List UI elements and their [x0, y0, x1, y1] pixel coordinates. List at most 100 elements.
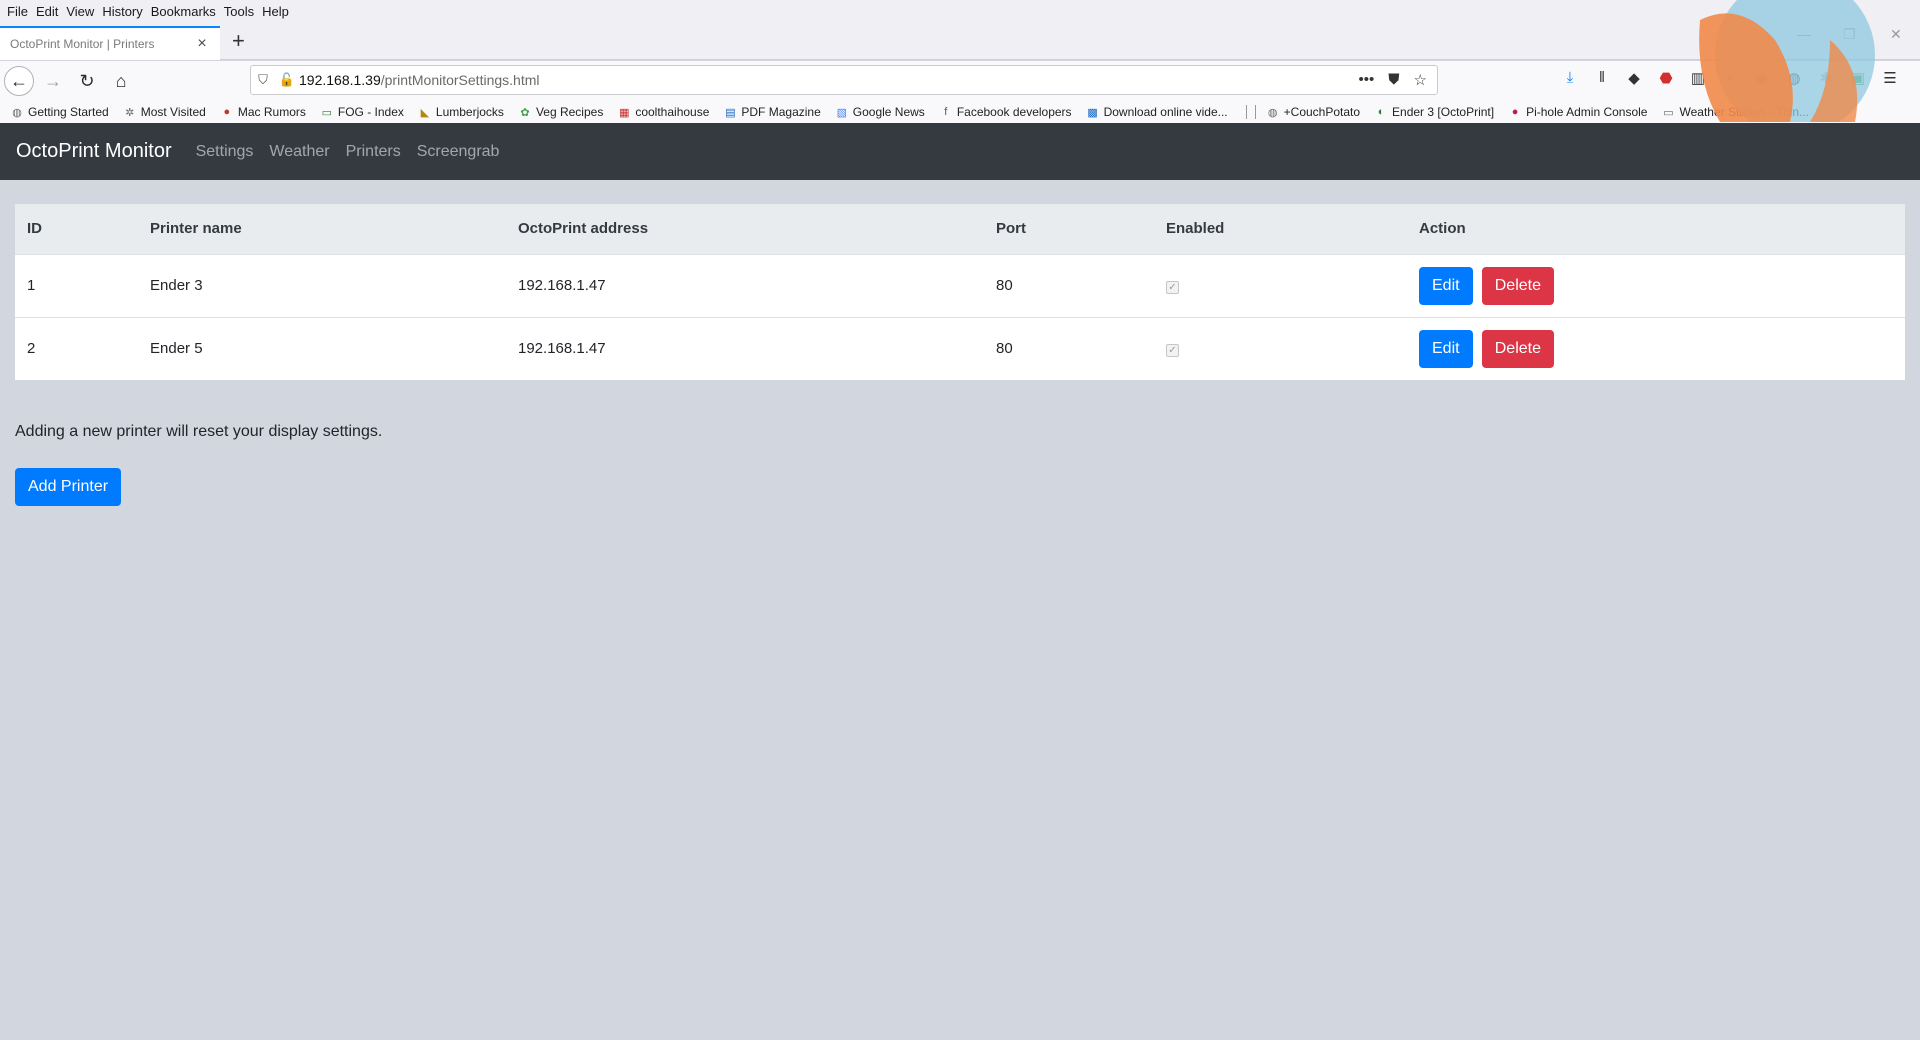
bookmark-item[interactable]: ✲ Most Visited	[123, 105, 206, 119]
url-bar[interactable]: ⛉ 🔓 192.168.1.39/printMonitorSettings.ht…	[250, 65, 1438, 95]
bookmark-item[interactable]: ● Pi-hole Admin Console	[1508, 105, 1648, 119]
menu-file[interactable]: File	[7, 4, 28, 19]
nav-link-printers[interactable]: Printers	[346, 143, 401, 161]
column-header-enabled: Enabled	[1154, 204, 1407, 254]
menu-bookmarks[interactable]: Bookmarks	[151, 4, 216, 19]
column-header-action: Action	[1407, 204, 1905, 254]
adblock-icon[interactable]: ⬣	[1656, 69, 1676, 87]
extension-shield-icon[interactable]: ◉	[1752, 69, 1772, 87]
cell-port: 80	[984, 253, 1154, 317]
reload-icon[interactable]: ↻	[72, 66, 102, 96]
cell-enabled: ✓	[1154, 253, 1407, 317]
bookmark-star-icon[interactable]: ☆	[1414, 71, 1427, 89]
bookmark-label: coolthaihouse	[635, 105, 710, 119]
bookmark-item[interactable]: ◣ Lumberjocks	[418, 105, 504, 119]
bookmark-item[interactable]: ◐ Ender 3 [OctoPrint]	[1374, 105, 1494, 119]
window-close-icon[interactable]: ✕	[1890, 26, 1902, 43]
leaf-icon: ✿	[520, 106, 530, 119]
menu-help[interactable]: Help	[262, 4, 289, 19]
cell-enabled: ✓	[1154, 316, 1407, 380]
bookmark-label: +CouchPotato	[1283, 105, 1361, 119]
bookmark-item[interactable]: ▭ Weather Station - Thin...	[1661, 105, 1809, 119]
restore-icon[interactable]: ❐	[1843, 26, 1856, 43]
extension-icon[interactable]: ◆	[1624, 69, 1644, 87]
table-row: 1 Ender 3 192.168.1.47 80 ✓ Edit Delete	[15, 253, 1905, 317]
bookmark-item[interactable]: ▧ Google News	[835, 105, 925, 119]
sidebar-icon[interactable]: ▥	[1688, 69, 1708, 87]
bookmark-item[interactable]: ✿ Veg Recipes	[518, 105, 603, 119]
brand-link[interactable]: OctoPrint Monitor	[16, 140, 172, 163]
back-arrow-icon[interactable]: ←	[4, 66, 34, 96]
menu-edit[interactable]: Edit	[36, 4, 58, 19]
bookmark-item[interactable]: ▦ coolthaihouse	[617, 105, 709, 119]
extension-gear-icon[interactable]: ✱	[1816, 69, 1836, 87]
page-actions-icon[interactable]: •••	[1359, 71, 1375, 89]
bookmarks-toolbar: ◍ Getting Started ✲ Most Visited ● Mac Rumo…	[0, 101, 1920, 123]
table-header-row: ID Printer name OctoPrint address Port E…	[15, 204, 1905, 254]
cell-printer-name: Ender 3	[138, 253, 506, 317]
monitor-icon: ▭	[1663, 106, 1674, 119]
edit-button[interactable]: Edit	[1419, 266, 1473, 305]
pdf-icon: ▤	[725, 106, 736, 119]
coolthaihouse-icon: ▦	[619, 106, 630, 119]
bookmark-item[interactable]: ◍ +CouchPotato	[1266, 105, 1360, 119]
bookmark-item[interactable]: ◍ Getting Started	[10, 105, 109, 119]
raspberry-icon: ●	[1511, 106, 1519, 118]
home-icon[interactable]: ⌂	[106, 66, 136, 96]
edit-button[interactable]: Edit	[1419, 329, 1473, 368]
bookmark-item[interactable]: ▩ Download online vide...	[1086, 105, 1227, 119]
library-icon[interactable]: ‖	[1592, 69, 1612, 87]
nav-link-settings[interactable]: Settings	[196, 143, 254, 161]
news-icon: ▧	[836, 106, 847, 119]
tab-strip: OctoPrint Monitor | Printers × + — ❐ ✕	[0, 22, 1920, 60]
toolbar-icons: ⤓ ‖ ◆ ⬣ ▥ ● ◉ ◍ ✱ ▣ ☰	[1560, 69, 1900, 87]
lumberjocks-icon: ◣	[420, 106, 430, 119]
extension-green-icon[interactable]: ▣	[1848, 69, 1868, 87]
forward-arrow-icon[interactable]: →	[38, 66, 68, 96]
menu-history[interactable]: History	[102, 4, 142, 19]
bookmark-label: Google News	[852, 105, 925, 119]
gear-icon: ✲	[125, 106, 135, 119]
browser-navigation-bar: ← → ↻ ⌂ ⛉ 🔓 192.168.1.39/printMonitorSet…	[0, 61, 1920, 101]
cell-id: 2	[15, 316, 138, 380]
account-icon[interactable]: ◍	[1784, 69, 1804, 87]
bookmark-label: FOG - Index	[337, 105, 404, 119]
bookmark-item[interactable]: f Facebook developers	[939, 105, 1072, 119]
bookmark-item[interactable]: ▭ FOG - Index	[320, 105, 404, 119]
bookmark-separator	[1254, 105, 1256, 119]
new-tab-icon[interactable]: +	[232, 30, 245, 52]
bookmark-item[interactable]: ● Mac Rumors	[220, 105, 306, 119]
printers-table-container: ID Printer name OctoPrint address Port E…	[15, 204, 1905, 380]
extension-coupon-icon[interactable]: ●	[1720, 69, 1740, 87]
shield-icon[interactable]: ⛉	[251, 72, 275, 88]
delete-button[interactable]: Delete	[1481, 329, 1554, 368]
bookmark-label: Most Visited	[140, 105, 206, 119]
cell-port: 80	[984, 316, 1154, 380]
tab-close-icon[interactable]: ×	[194, 35, 210, 53]
bookmark-label: Lumberjocks	[435, 105, 504, 119]
cv-icon: ▩	[1087, 106, 1098, 119]
nav-link-screengrab[interactable]: Screengrab	[417, 143, 500, 161]
delete-button[interactable]: Delete	[1481, 266, 1554, 305]
hamburger-menu-icon[interactable]: ☰	[1880, 69, 1900, 87]
menu-tools[interactable]: Tools	[224, 4, 254, 19]
insecure-lock-icon[interactable]: 🔓	[275, 72, 299, 88]
pocket-icon[interactable]: ⛊	[1388, 71, 1399, 89]
tab-title: OctoPrint Monitor | Printers	[10, 37, 155, 51]
browser-tab-active[interactable]: OctoPrint Monitor | Printers ×	[0, 26, 220, 60]
cell-address: 192.168.1.47	[506, 316, 984, 380]
minimize-icon[interactable]: —	[1797, 26, 1811, 42]
app-navbar: OctoPrint Monitor Settings Weather Print…	[0, 123, 1920, 180]
table-row: 2 Ender 5 192.168.1.47 80 ✓ Edit Delete	[15, 316, 1905, 380]
nav-link-weather[interactable]: Weather	[269, 143, 329, 161]
cell-address: 192.168.1.47	[506, 253, 984, 317]
browser-menubar: File Edit View History Bookmarks Tools H…	[0, 0, 1920, 22]
column-header-printer-name: Printer name	[138, 204, 506, 254]
downloads-icon[interactable]: ⤓	[1560, 69, 1580, 87]
add-printer-button[interactable]: Add Printer	[15, 468, 122, 506]
bookmark-item[interactable]: ▤ PDF Magazine	[723, 105, 821, 119]
menu-view[interactable]: View	[66, 4, 94, 19]
facebook-icon: f	[944, 106, 948, 118]
apple-icon: ●	[223, 106, 231, 118]
bookmark-label: Facebook developers	[956, 105, 1072, 119]
